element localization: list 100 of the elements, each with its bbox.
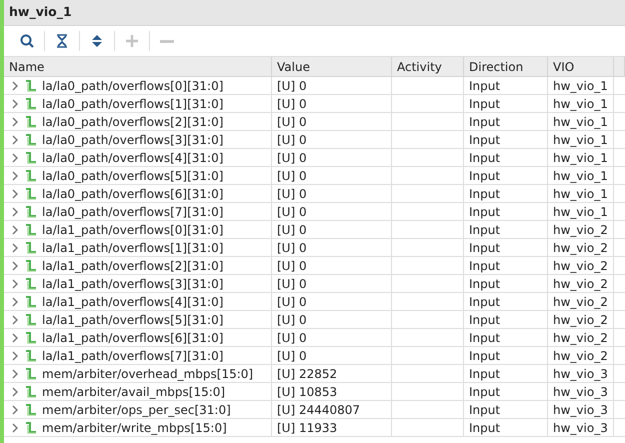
table-cell: hw_vio_1 xyxy=(548,185,614,203)
column-header[interactable]: Activity xyxy=(392,57,464,77)
bus-signal-icon xyxy=(24,420,38,434)
table-cell: Input xyxy=(464,131,548,149)
table-cell: Input xyxy=(464,203,548,221)
table-cell: Input xyxy=(464,149,548,167)
table-cell: [U] 11933 xyxy=(272,419,392,437)
table-cell: [U] 0 xyxy=(272,203,392,221)
table-cell: [U] 10853 xyxy=(272,383,392,401)
expand-toggle[interactable] xyxy=(10,332,20,344)
table-cell: Input xyxy=(464,383,548,401)
table-cell: [U] 0 xyxy=(272,311,392,329)
signal-name: mem/arbiter/write_mbps[15:0] xyxy=(42,420,227,436)
table-cell xyxy=(392,113,464,131)
table-cell: hw_vio_2 xyxy=(548,239,614,257)
table-cell: [U] 0 xyxy=(272,185,392,203)
table-cell: Input xyxy=(464,95,548,113)
table-cell: hw_vio_1 xyxy=(548,95,614,113)
table-cell: [U] 0 xyxy=(272,257,392,275)
table-cell: [U] 24440807 xyxy=(272,401,392,419)
table-cell: hw_vio_3 xyxy=(548,365,614,383)
table-cell: [U] 0 xyxy=(272,77,392,95)
table-cell: Input xyxy=(464,77,548,95)
bus-signal-icon xyxy=(24,114,38,128)
expand-toggle[interactable] xyxy=(10,386,20,398)
table-cell: [U] 0 xyxy=(272,221,392,239)
expand-toggle[interactable] xyxy=(10,80,20,92)
expand-toggle[interactable] xyxy=(10,242,20,254)
signal-name: la/la0_path/overflows[4][31:0] xyxy=(42,150,224,166)
signal-name: la/la0_path/overflows[3][31:0] xyxy=(42,132,224,148)
table-cell: Input xyxy=(464,239,548,257)
signal-name: la/la1_path/overflows[4][31:0] xyxy=(42,294,224,310)
table-cell xyxy=(392,347,464,365)
bus-signal-icon xyxy=(24,96,38,110)
table-cell: [U] 0 xyxy=(272,113,392,131)
bus-signal-icon xyxy=(24,258,38,272)
remove-icon xyxy=(160,40,174,42)
bus-signal-icon xyxy=(24,348,38,362)
table-cell xyxy=(392,365,464,383)
table-cell: [U] 22852 xyxy=(272,365,392,383)
expand-toggle[interactable] xyxy=(10,188,20,200)
expand-toggle[interactable] xyxy=(10,404,20,416)
table-cell xyxy=(392,401,464,419)
table-cell: hw_vio_3 xyxy=(548,383,614,401)
table-cell xyxy=(392,131,464,149)
bus-signal-icon xyxy=(24,132,38,146)
bus-signal-icon xyxy=(24,222,38,236)
column-header[interactable]: Value xyxy=(272,57,392,77)
table-cell: hw_vio_2 xyxy=(548,329,614,347)
table-cell: hw_vio_1 xyxy=(548,167,614,185)
collapse-all-icon xyxy=(54,33,70,49)
table-cell: Input xyxy=(464,275,548,293)
bus-signal-icon xyxy=(24,384,38,398)
column-header[interactable]: Name xyxy=(4,57,272,77)
expand-toggle[interactable] xyxy=(10,98,20,110)
expand-toggle[interactable] xyxy=(10,368,20,380)
table-cell: hw_vio_2 xyxy=(548,293,614,311)
search-icon xyxy=(19,33,35,49)
signal-name: la/la1_path/overflows[6][31:0] xyxy=(42,330,224,346)
expand-toggle[interactable] xyxy=(10,314,20,326)
expand-toggle[interactable] xyxy=(10,206,20,218)
table-cell: hw_vio_2 xyxy=(548,311,614,329)
expand-toggle[interactable] xyxy=(10,350,20,362)
expand-toggle[interactable] xyxy=(10,296,20,308)
bus-signal-icon xyxy=(24,276,38,290)
expand-toggle[interactable] xyxy=(10,170,20,182)
table-cell xyxy=(392,185,464,203)
table-cell: Input xyxy=(464,221,548,239)
signal-name: la/la1_path/overflows[0][31:0] xyxy=(42,222,224,238)
table-cell xyxy=(392,293,464,311)
table-cell: hw_vio_2 xyxy=(548,221,614,239)
table-cell: Input xyxy=(464,167,548,185)
table-cell: Input xyxy=(464,401,548,419)
expand-toggle[interactable] xyxy=(10,260,20,272)
bus-signal-icon xyxy=(24,168,38,182)
expand-toggle[interactable] xyxy=(10,116,20,128)
expand-toggle[interactable] xyxy=(10,224,20,236)
column-header[interactable]: VIO xyxy=(548,57,614,77)
table-cell xyxy=(392,167,464,185)
expand-toggle[interactable] xyxy=(10,422,20,434)
column-header[interactable]: Direction xyxy=(464,57,548,77)
table-cell xyxy=(392,77,464,95)
table-cell: [U] 0 xyxy=(272,167,392,185)
bus-signal-icon xyxy=(24,312,38,326)
table-cell xyxy=(392,311,464,329)
table-cell: Input xyxy=(464,329,548,347)
expand-toggle[interactable] xyxy=(10,278,20,290)
bus-signal-icon xyxy=(24,150,38,164)
table-cell: Input xyxy=(464,113,548,131)
table-cell xyxy=(392,383,464,401)
table-cell: Input xyxy=(464,347,548,365)
table-cell: [U] 0 xyxy=(272,149,392,167)
expand-toggle[interactable] xyxy=(10,152,20,164)
panel-title: hw_vio_1 xyxy=(9,3,72,22)
expand-toggle[interactable] xyxy=(10,134,20,146)
bus-signal-icon xyxy=(24,330,38,344)
signal-name: la/la1_path/overflows[7][31:0] xyxy=(42,348,224,364)
table-cell: [U] 0 xyxy=(272,239,392,257)
table-cell: [U] 0 xyxy=(272,347,392,365)
signal-name: la/la0_path/overflows[2][31:0] xyxy=(42,114,224,130)
